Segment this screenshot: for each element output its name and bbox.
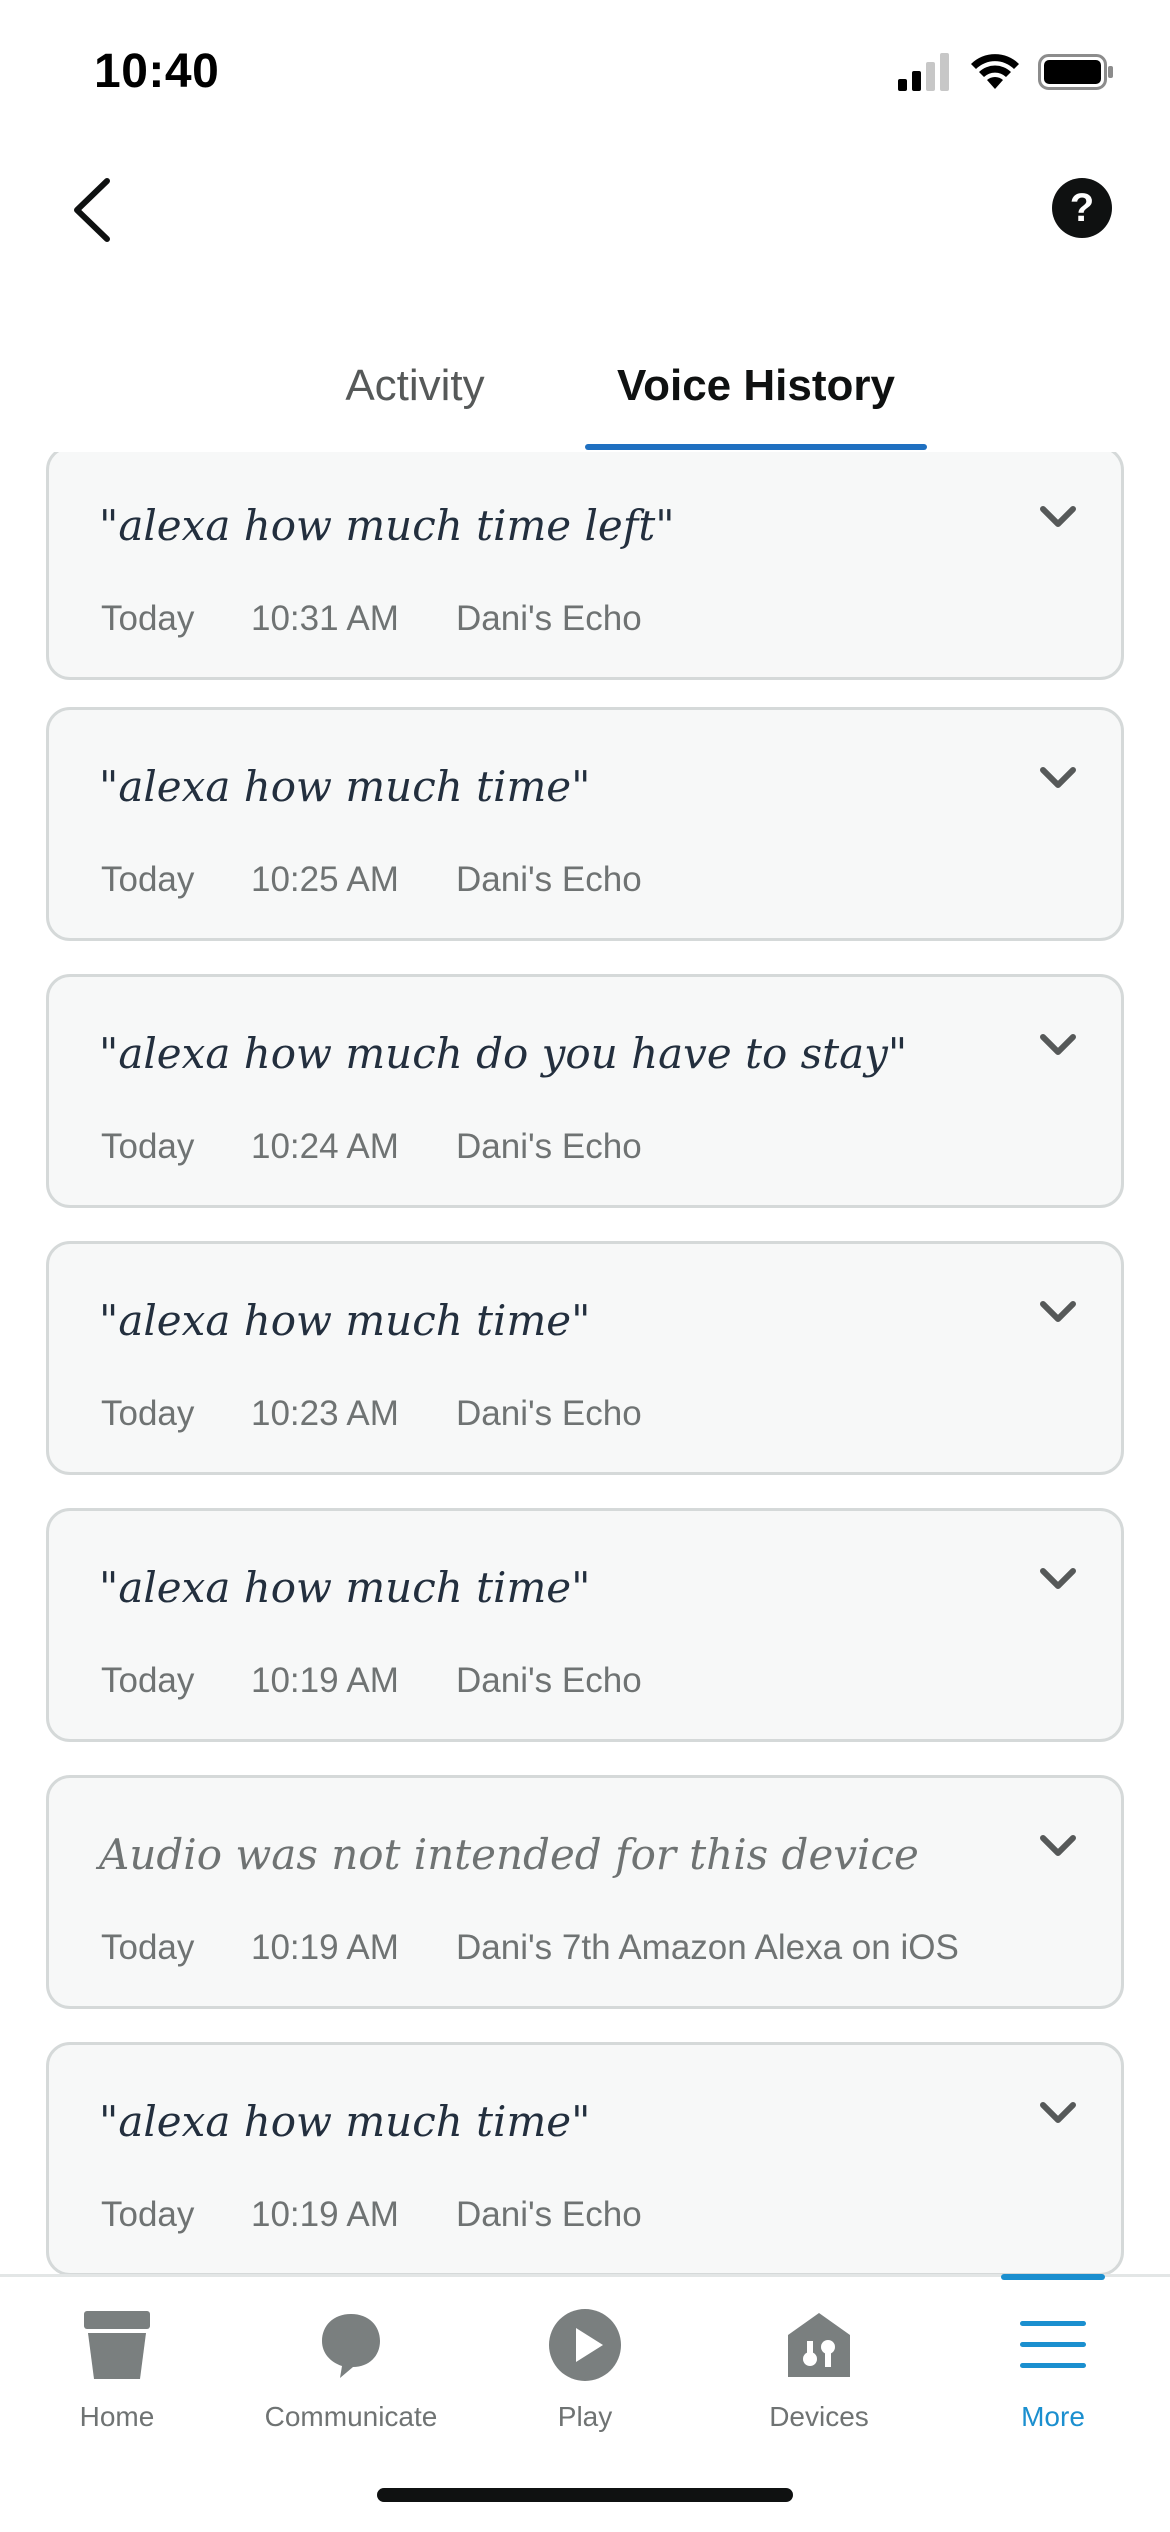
meta-time: 10:23 AM <box>251 1394 399 1433</box>
card-meta: Today 10:24 AM Dani's Echo <box>101 1127 642 1167</box>
battery-icon <box>1038 54 1113 90</box>
tab-bar: Activity Voice History <box>0 320 1170 452</box>
history-card[interactable]: "alexa how much do you have to stay" Tod… <box>46 974 1124 1208</box>
chevron-down-icon[interactable] <box>1035 2089 1081 2135</box>
meta-day: Today <box>101 599 195 638</box>
meta-time: 10:19 AM <box>251 1928 399 1967</box>
meta-time: 10:31 AM <box>251 599 399 638</box>
meta-device: Dani's Echo <box>456 1127 642 1166</box>
meta-device: Dani's Echo <box>456 599 642 638</box>
utterance-text: "alexa how much time left" <box>99 501 675 550</box>
meta-day: Today <box>101 2195 195 2234</box>
chat-bubble-icon <box>311 2305 391 2385</box>
nav-play[interactable]: Play <box>468 2277 702 2467</box>
chevron-down-icon[interactable] <box>1035 493 1081 539</box>
back-button[interactable] <box>56 170 126 250</box>
history-card[interactable]: "alexa how much time" Today 10:19 AM Dan… <box>46 1508 1124 1742</box>
nav-play-label: Play <box>557 2401 613 2432</box>
home-icon <box>77 2305 157 2385</box>
nav-more[interactable]: More <box>936 2277 1170 2467</box>
chevron-down-icon[interactable] <box>1035 754 1081 800</box>
nav-communicate-label: Communicate <box>264 2401 438 2432</box>
chevron-left-icon <box>74 178 110 242</box>
card-meta: Today 10:19 AM Dani's Echo <box>101 2195 642 2235</box>
utterance-text: "alexa how much time" <box>99 2097 591 2146</box>
nav-home[interactable]: Home <box>0 2277 234 2467</box>
meta-device: Dani's Echo <box>456 1394 642 1433</box>
devices-house-icon <box>779 2305 859 2385</box>
card-meta: Today 10:19 AM Dani's 7th Amazon Alexa o… <box>101 1928 959 1968</box>
header: ? <box>0 140 1170 280</box>
home-indicator <box>377 2488 793 2502</box>
meta-device: Dani's 7th Amazon Alexa on iOS <box>456 1928 959 1967</box>
utterance-text: Audio was not intended for this device <box>99 1830 919 1879</box>
meta-day: Today <box>101 1394 195 1433</box>
utterance-text: "alexa how much time" <box>99 762 591 811</box>
chevron-down-icon[interactable] <box>1035 1288 1081 1334</box>
hamburger-menu-icon <box>1013 2305 1093 2385</box>
meta-device: Dani's Echo <box>456 860 642 899</box>
meta-time: 10:19 AM <box>251 1661 399 1700</box>
utterance-text: "alexa how much time" <box>99 1563 591 1612</box>
wifi-icon <box>971 54 1019 89</box>
meta-day: Today <box>101 1661 195 1700</box>
chevron-down-icon[interactable] <box>1035 1822 1081 1868</box>
meta-device: Dani's Echo <box>456 2195 642 2234</box>
status-bar: 10:40 <box>0 0 1170 140</box>
chevron-down-icon[interactable] <box>1035 1555 1081 1601</box>
nav-more-label: More <box>1021 2401 1085 2432</box>
meta-day: Today <box>101 1127 195 1166</box>
meta-device: Dani's Echo <box>456 1661 642 1700</box>
utterance-text: "alexa how much time" <box>99 1296 591 1345</box>
chevron-down-icon[interactable] <box>1035 1021 1081 1067</box>
help-button[interactable]: ? <box>1052 178 1112 238</box>
card-meta: Today 10:23 AM Dani's Echo <box>101 1394 642 1434</box>
history-card[interactable]: "alexa how much time" Today 10:25 AM Dan… <box>46 707 1124 941</box>
meta-time: 10:25 AM <box>251 860 399 899</box>
card-meta: Today 10:31 AM Dani's Echo <box>101 599 642 639</box>
help-icon: ? <box>1069 185 1095 230</box>
card-meta: Today 10:19 AM Dani's Echo <box>101 1661 642 1701</box>
history-card[interactable]: "alexa how much time" Today 10:19 AM Dan… <box>46 2042 1124 2274</box>
meta-time: 10:24 AM <box>251 1127 399 1166</box>
tab-activity[interactable]: Activity <box>300 320 530 452</box>
nav-communicate[interactable]: Communicate <box>234 2277 468 2467</box>
nav-home-label: Home <box>79 2401 155 2432</box>
status-time: 10:40 <box>94 45 220 98</box>
status-icons <box>898 52 1114 92</box>
cellular-signal-icon <box>898 53 949 91</box>
nav-devices-label: Devices <box>769 2401 869 2432</box>
card-meta: Today 10:25 AM Dani's Echo <box>101 860 642 900</box>
meta-day: Today <box>101 1928 195 1967</box>
meta-time: 10:19 AM <box>251 2195 399 2234</box>
active-tab-indicator <box>585 444 927 450</box>
utterance-text: "alexa how much do you have to stay" <box>99 1029 908 1078</box>
nav-devices[interactable]: Devices <box>702 2277 936 2467</box>
play-icon <box>545 2305 625 2385</box>
meta-day: Today <box>101 860 195 899</box>
history-card[interactable]: Audio was not intended for this device T… <box>46 1775 1124 2009</box>
history-card[interactable]: "alexa how much time" Today 10:23 AM Dan… <box>46 1241 1124 1475</box>
tab-voice-history[interactable]: Voice History <box>585 320 927 452</box>
voice-history-list[interactable]: "alexa how much time left" Today 10:31 A… <box>0 452 1170 2274</box>
history-card[interactable]: "alexa how much time left" Today 10:31 A… <box>46 452 1124 680</box>
